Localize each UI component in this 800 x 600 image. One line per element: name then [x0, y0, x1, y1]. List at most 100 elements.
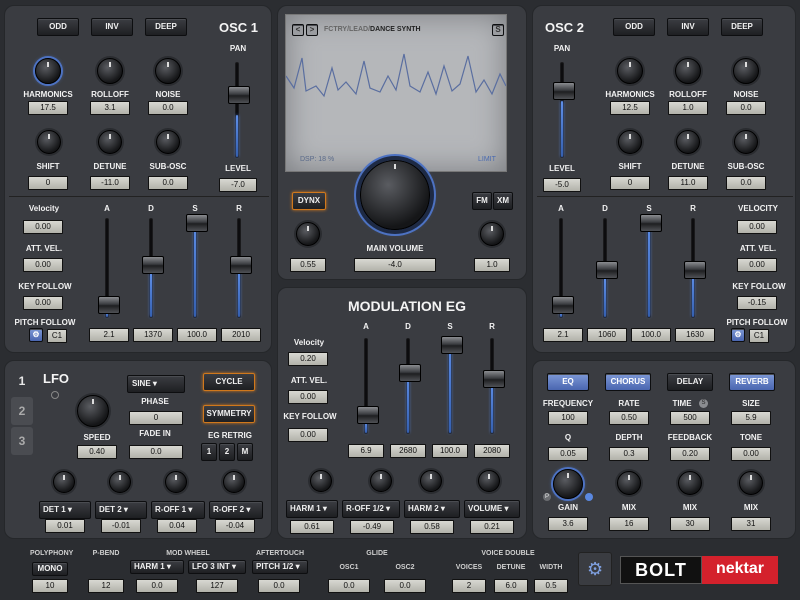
- osc1-suboscillator-value[interactable]: 0.0: [148, 176, 188, 190]
- lfo-dest1-value[interactable]: 0.01: [45, 519, 85, 533]
- osc1-shift-value[interactable]: 0: [28, 176, 68, 190]
- lfo-retrig-1-button[interactable]: 1: [201, 443, 217, 461]
- fx-tab-reverb[interactable]: REVERB: [729, 373, 775, 391]
- reverb-tone-value[interactable]: 0.00: [731, 447, 771, 461]
- osc2-velocity-value[interactable]: 0.00: [737, 220, 777, 234]
- modeg-dest1-select[interactable]: HARM 1 ▾: [286, 500, 338, 518]
- osc2-rolloff-value[interactable]: 1.0: [668, 101, 708, 115]
- delay-time-value[interactable]: 500: [670, 411, 710, 425]
- modeg-release-handle[interactable]: [483, 370, 505, 388]
- lfo-dest2-select[interactable]: DET 2 ▾: [95, 501, 147, 519]
- modeg-attack-velocity-value[interactable]: 0.00: [288, 390, 328, 404]
- glide-osc1-value[interactable]: 0.0: [328, 579, 370, 593]
- modeg-dest1-value[interactable]: 0.61: [290, 520, 334, 534]
- eq-gain-plus-icon[interactable]: [585, 493, 593, 501]
- fm-button[interactable]: FM: [472, 192, 492, 210]
- osc2-decay-handle[interactable]: [596, 261, 618, 279]
- modeg-sustain-value[interactable]: 100.0: [432, 444, 468, 458]
- osc1-sustain-value[interactable]: 100.0: [177, 328, 217, 342]
- osc1-pitch-follow-toggle[interactable]: ⚙: [29, 328, 43, 342]
- preset-breadcrumb[interactable]: FCTRY/LEAD/DANCE SYNTH: [324, 26, 421, 33]
- lfo-dest2-value[interactable]: -0.01: [101, 519, 141, 533]
- polyphony-value[interactable]: 10: [32, 579, 68, 593]
- modeg-velocity-value[interactable]: 0.20: [288, 352, 328, 366]
- osc1-noise-value[interactable]: 0.0: [148, 101, 188, 115]
- modeg-amount2-knob[interactable]: [370, 470, 392, 492]
- osc2-noise-knob[interactable]: [733, 58, 759, 84]
- osc2-sustain-handle[interactable]: [640, 214, 662, 232]
- osc2-level-handle[interactable]: [553, 82, 575, 100]
- eq-q-value[interactable]: 0.05: [548, 447, 588, 461]
- osc2-noise-value[interactable]: 0.0: [726, 101, 766, 115]
- eq-gain-value[interactable]: 3.6: [548, 517, 588, 531]
- settings-button[interactable]: ⚙: [578, 552, 612, 586]
- modeg-amount1-knob[interactable]: [310, 470, 332, 492]
- reverb-size-value[interactable]: 5.9: [731, 411, 771, 425]
- osc2-harmonics-value[interactable]: 12.5: [610, 101, 650, 115]
- osc2-sustain-track[interactable]: [647, 218, 651, 318]
- osc2-level-value[interactable]: -5.0: [543, 178, 581, 192]
- osc2-shift-knob[interactable]: [618, 130, 642, 154]
- aftertouch-dest-select[interactable]: PITCH 1/2 ▾: [252, 560, 308, 574]
- modeg-decay-track[interactable]: [406, 338, 410, 434]
- osc2-attack-handle[interactable]: [552, 296, 574, 314]
- osc1-noise-knob[interactable]: [155, 58, 181, 84]
- osc1-shift-knob[interactable]: [37, 130, 61, 154]
- modeg-dest2-select[interactable]: R-OFF 1/2 ▾: [342, 500, 400, 518]
- osc1-attack-value[interactable]: 2.1: [89, 328, 129, 342]
- reverb-mix-value[interactable]: 31: [731, 517, 771, 531]
- osc2-sustain-value[interactable]: 100.0: [631, 328, 671, 342]
- aftertouch-value[interactable]: 0.0: [258, 579, 300, 593]
- modeg-key-follow-value[interactable]: 0.00: [288, 428, 328, 442]
- delay-sync-icon[interactable]: S: [699, 399, 708, 408]
- modeg-sustain-handle[interactable]: [441, 336, 463, 354]
- osc1-decay-value[interactable]: 1370: [133, 328, 173, 342]
- osc1-key-follow-value[interactable]: 0.00: [23, 296, 63, 310]
- lfo-tab-2[interactable]: 2: [11, 397, 33, 425]
- modeg-dest4-value[interactable]: 0.21: [470, 520, 514, 534]
- modeg-amount3-knob[interactable]: [420, 470, 442, 492]
- right-knob[interactable]: [480, 222, 504, 246]
- osc1-release-value[interactable]: 2010: [221, 328, 261, 342]
- osc1-odd-button[interactable]: ODD: [37, 18, 79, 36]
- osc2-pitch-follow-value[interactable]: C1: [749, 329, 769, 343]
- lfo-retrig-2-button[interactable]: 2: [219, 443, 235, 461]
- voices-value[interactable]: 2: [452, 579, 486, 593]
- modeg-dest4-select[interactable]: VOLUME ▾: [464, 500, 520, 518]
- left-value[interactable]: 0.55: [290, 258, 326, 272]
- modeg-release-value[interactable]: 2080: [474, 444, 510, 458]
- modeg-attack-handle[interactable]: [357, 406, 379, 424]
- fx-tab-chorus[interactable]: CHORUS: [605, 373, 651, 391]
- chorus-depth-value[interactable]: 0.3: [609, 447, 649, 461]
- modeg-dest2-value[interactable]: -0.49: [350, 520, 394, 534]
- lfo-amount3-knob[interactable]: [165, 471, 187, 493]
- osc1-inv-button[interactable]: INV: [91, 18, 133, 36]
- osc2-harmonics-knob[interactable]: [617, 58, 643, 84]
- modeg-amount4-knob[interactable]: [478, 470, 500, 492]
- osc1-sustain-handle[interactable]: [186, 214, 208, 232]
- next-preset-button[interactable]: >: [306, 24, 318, 36]
- lfo-wave-select[interactable]: SINE ▾: [127, 375, 185, 393]
- width-value[interactable]: 0.5: [534, 579, 568, 593]
- osc2-inv-button[interactable]: INV: [667, 18, 709, 36]
- eq-frequency-value[interactable]: 100: [548, 411, 588, 425]
- osc1-harmonics-knob[interactable]: [35, 58, 61, 84]
- lfo-dest4-value[interactable]: -0.04: [215, 519, 255, 533]
- osc2-detune-knob[interactable]: [676, 130, 700, 154]
- osc1-detune-value[interactable]: -11.0: [90, 176, 130, 190]
- lfo-dest4-select[interactable]: R-OFF 2 ▾: [209, 501, 263, 519]
- osc1-deep-button[interactable]: DEEP: [145, 18, 187, 36]
- modeg-dest3-value[interactable]: 0.58: [410, 520, 454, 534]
- main-volume-value[interactable]: -4.0: [354, 258, 436, 272]
- lfo-fade-in-value[interactable]: 0.0: [129, 445, 183, 459]
- osc2-decay-value[interactable]: 1060: [587, 328, 627, 342]
- lfo-tab-1[interactable]: 1: [11, 369, 33, 395]
- prev-preset-button[interactable]: <: [292, 24, 304, 36]
- osc1-level-handle[interactable]: [228, 86, 250, 104]
- reverb-mix-knob[interactable]: [739, 471, 763, 495]
- lfo-dest1-select[interactable]: DET 1 ▾: [39, 501, 91, 519]
- delay-feedback-value[interactable]: 0.20: [670, 447, 710, 461]
- osc2-rolloff-knob[interactable]: [675, 58, 701, 84]
- modeg-decay-handle[interactable]: [399, 364, 421, 382]
- main-volume-knob[interactable]: [360, 160, 430, 230]
